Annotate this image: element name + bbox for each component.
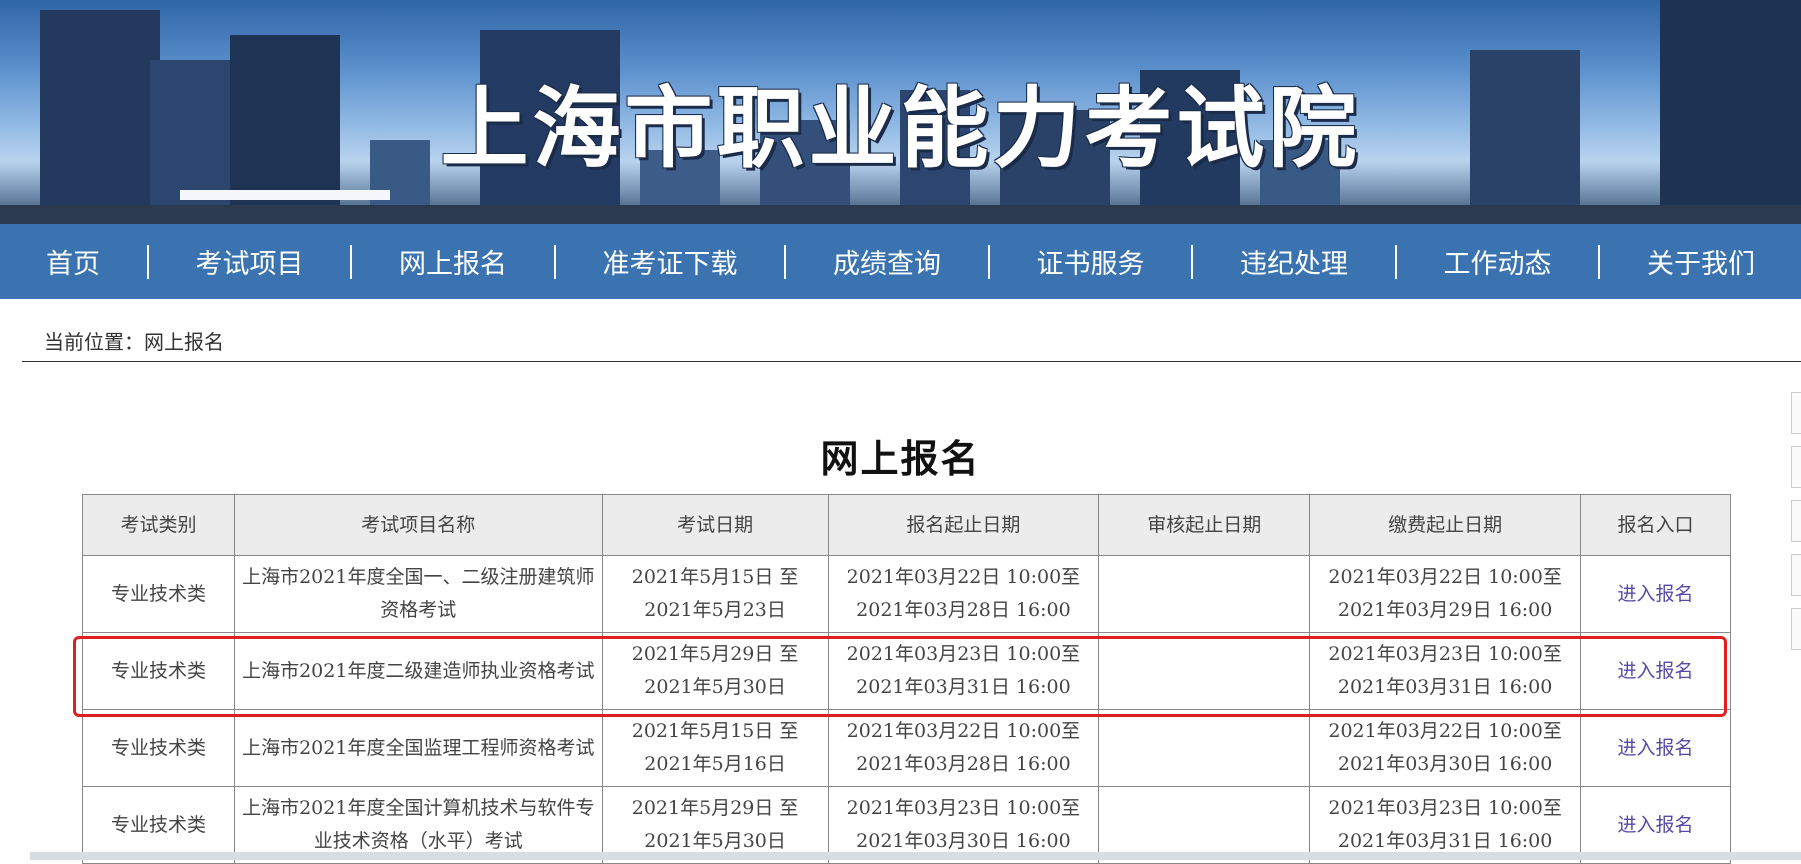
column-header: 考试日期 xyxy=(601,494,829,556)
exam-name: 上海市2021年度全国一、二级注册建筑师资格考试 xyxy=(233,555,603,633)
nav-divider xyxy=(553,244,556,279)
enter-registration-link[interactable]: 进入报名 xyxy=(1618,660,1694,682)
column-header: 报名入口 xyxy=(1580,494,1731,556)
exam-category: 专业技术类 xyxy=(82,632,235,710)
enter-registration-link[interactable]: 进入报名 xyxy=(1618,737,1694,759)
exam-category: 专业技术类 xyxy=(82,709,235,787)
nav-about-us[interactable]: 关于我们 xyxy=(1647,242,1755,281)
nav-exam-projects[interactable]: 考试项目 xyxy=(196,242,304,281)
exam-category: 专业技术类 xyxy=(82,555,235,633)
exam-date: 2021年5月15日 至 2021年5月16日 xyxy=(601,709,829,787)
nav-divider xyxy=(350,244,353,279)
exam-name: 上海市2021年度二级建造师执业资格考试 xyxy=(233,632,603,710)
nav-divider xyxy=(1598,244,1601,279)
exam-date: 2021年5月15日 至 2021年5月23日 xyxy=(601,555,829,633)
nav-online-registration[interactable]: 网上报名 xyxy=(399,242,507,281)
nav-divider xyxy=(1394,244,1397,279)
side-float-tab[interactable] xyxy=(1791,446,1801,488)
nav-admission-ticket[interactable]: 准考证下载 xyxy=(603,242,738,281)
breadcrumb-divider xyxy=(22,361,1801,362)
horizontal-scrollbar[interactable] xyxy=(30,852,1801,860)
register-link-cell: 进入报名 xyxy=(1580,632,1731,710)
nav-divider xyxy=(1191,244,1194,279)
nav-divider xyxy=(784,244,787,279)
column-header: 考试类别 xyxy=(82,494,235,556)
page-title: 网上报名 xyxy=(820,437,981,481)
side-float-tab[interactable] xyxy=(1791,392,1801,434)
nav-certificate-service[interactable]: 证书服务 xyxy=(1037,242,1145,281)
registration-period: 2021年03月22日 10:00至2021年03月28日 16:00 xyxy=(827,555,1100,633)
nav-violation-handling[interactable]: 违纪处理 xyxy=(1240,242,1348,281)
registration-period: 2021年03月23日 10:00至2021年03月31日 16:00 xyxy=(827,632,1100,710)
side-float-tab[interactable] xyxy=(1791,554,1801,596)
nav-divider xyxy=(146,244,149,279)
nav-divider xyxy=(987,244,990,279)
review-period xyxy=(1098,709,1311,787)
register-link-cell: 进入报名 xyxy=(1580,555,1731,633)
side-float-tab[interactable] xyxy=(1791,500,1801,542)
table-row: 专业技术类 上海市2021年度全国一、二级注册建筑师资格考试 2021年5月15… xyxy=(82,555,1731,633)
nav-work-news[interactable]: 工作动态 xyxy=(1444,242,1552,281)
exam-name: 上海市2021年度全国监理工程师资格考试 xyxy=(233,709,603,787)
review-period xyxy=(1098,555,1311,633)
breadcrumb: 当前位置：网上报名 xyxy=(44,330,224,354)
site-title: 上海市职业能力考试院 xyxy=(440,76,1361,180)
review-period xyxy=(1098,632,1311,710)
column-header: 缴费起止日期 xyxy=(1309,494,1582,556)
registration-table: 考试类别 考试项目名称 考试日期 报名起止日期 审核起止日期 缴费起止日期 报名… xyxy=(82,494,1731,864)
header-banner: 上海市职业能力考试院 xyxy=(0,0,1801,224)
payment-period: 2021年03月23日 10:00至2021年03月31日 16:00 xyxy=(1309,632,1582,710)
column-header: 审核起止日期 xyxy=(1098,494,1311,556)
column-header: 考试项目名称 xyxy=(233,494,603,556)
payment-period: 2021年03月22日 10:00至2021年03月29日 16:00 xyxy=(1309,555,1582,633)
nav-score-query[interactable]: 成绩查询 xyxy=(833,242,941,281)
registration-period: 2021年03月22日 10:00至2021年03月28日 16:00 xyxy=(827,709,1100,787)
main-nav: 首页 考试项目 网上报名 准考证下载 成绩查询 证书服务 违纪处理 工作动态 关… xyxy=(0,224,1801,299)
table-header-row: 考试类别 考试项目名称 考试日期 报名起止日期 审核起止日期 缴费起止日期 报名… xyxy=(82,494,1731,556)
nav-home[interactable]: 首页 xyxy=(46,242,100,281)
table-row: 专业技术类 上海市2021年度全国监理工程师资格考试 2021年5月15日 至 … xyxy=(82,709,1731,787)
side-float-tab[interactable] xyxy=(1791,608,1801,650)
enter-registration-link[interactable]: 进入报名 xyxy=(1618,814,1694,836)
table-row: 专业技术类 上海市2021年度二级建造师执业资格考试 2021年5月29日 至 … xyxy=(82,632,1731,710)
column-header: 报名起止日期 xyxy=(827,494,1100,556)
exam-date: 2021年5月29日 至 2021年5月30日 xyxy=(601,632,829,710)
enter-registration-link[interactable]: 进入报名 xyxy=(1618,583,1694,605)
register-link-cell: 进入报名 xyxy=(1580,709,1731,787)
payment-period: 2021年03月22日 10:00至2021年03月30日 16:00 xyxy=(1309,709,1582,787)
